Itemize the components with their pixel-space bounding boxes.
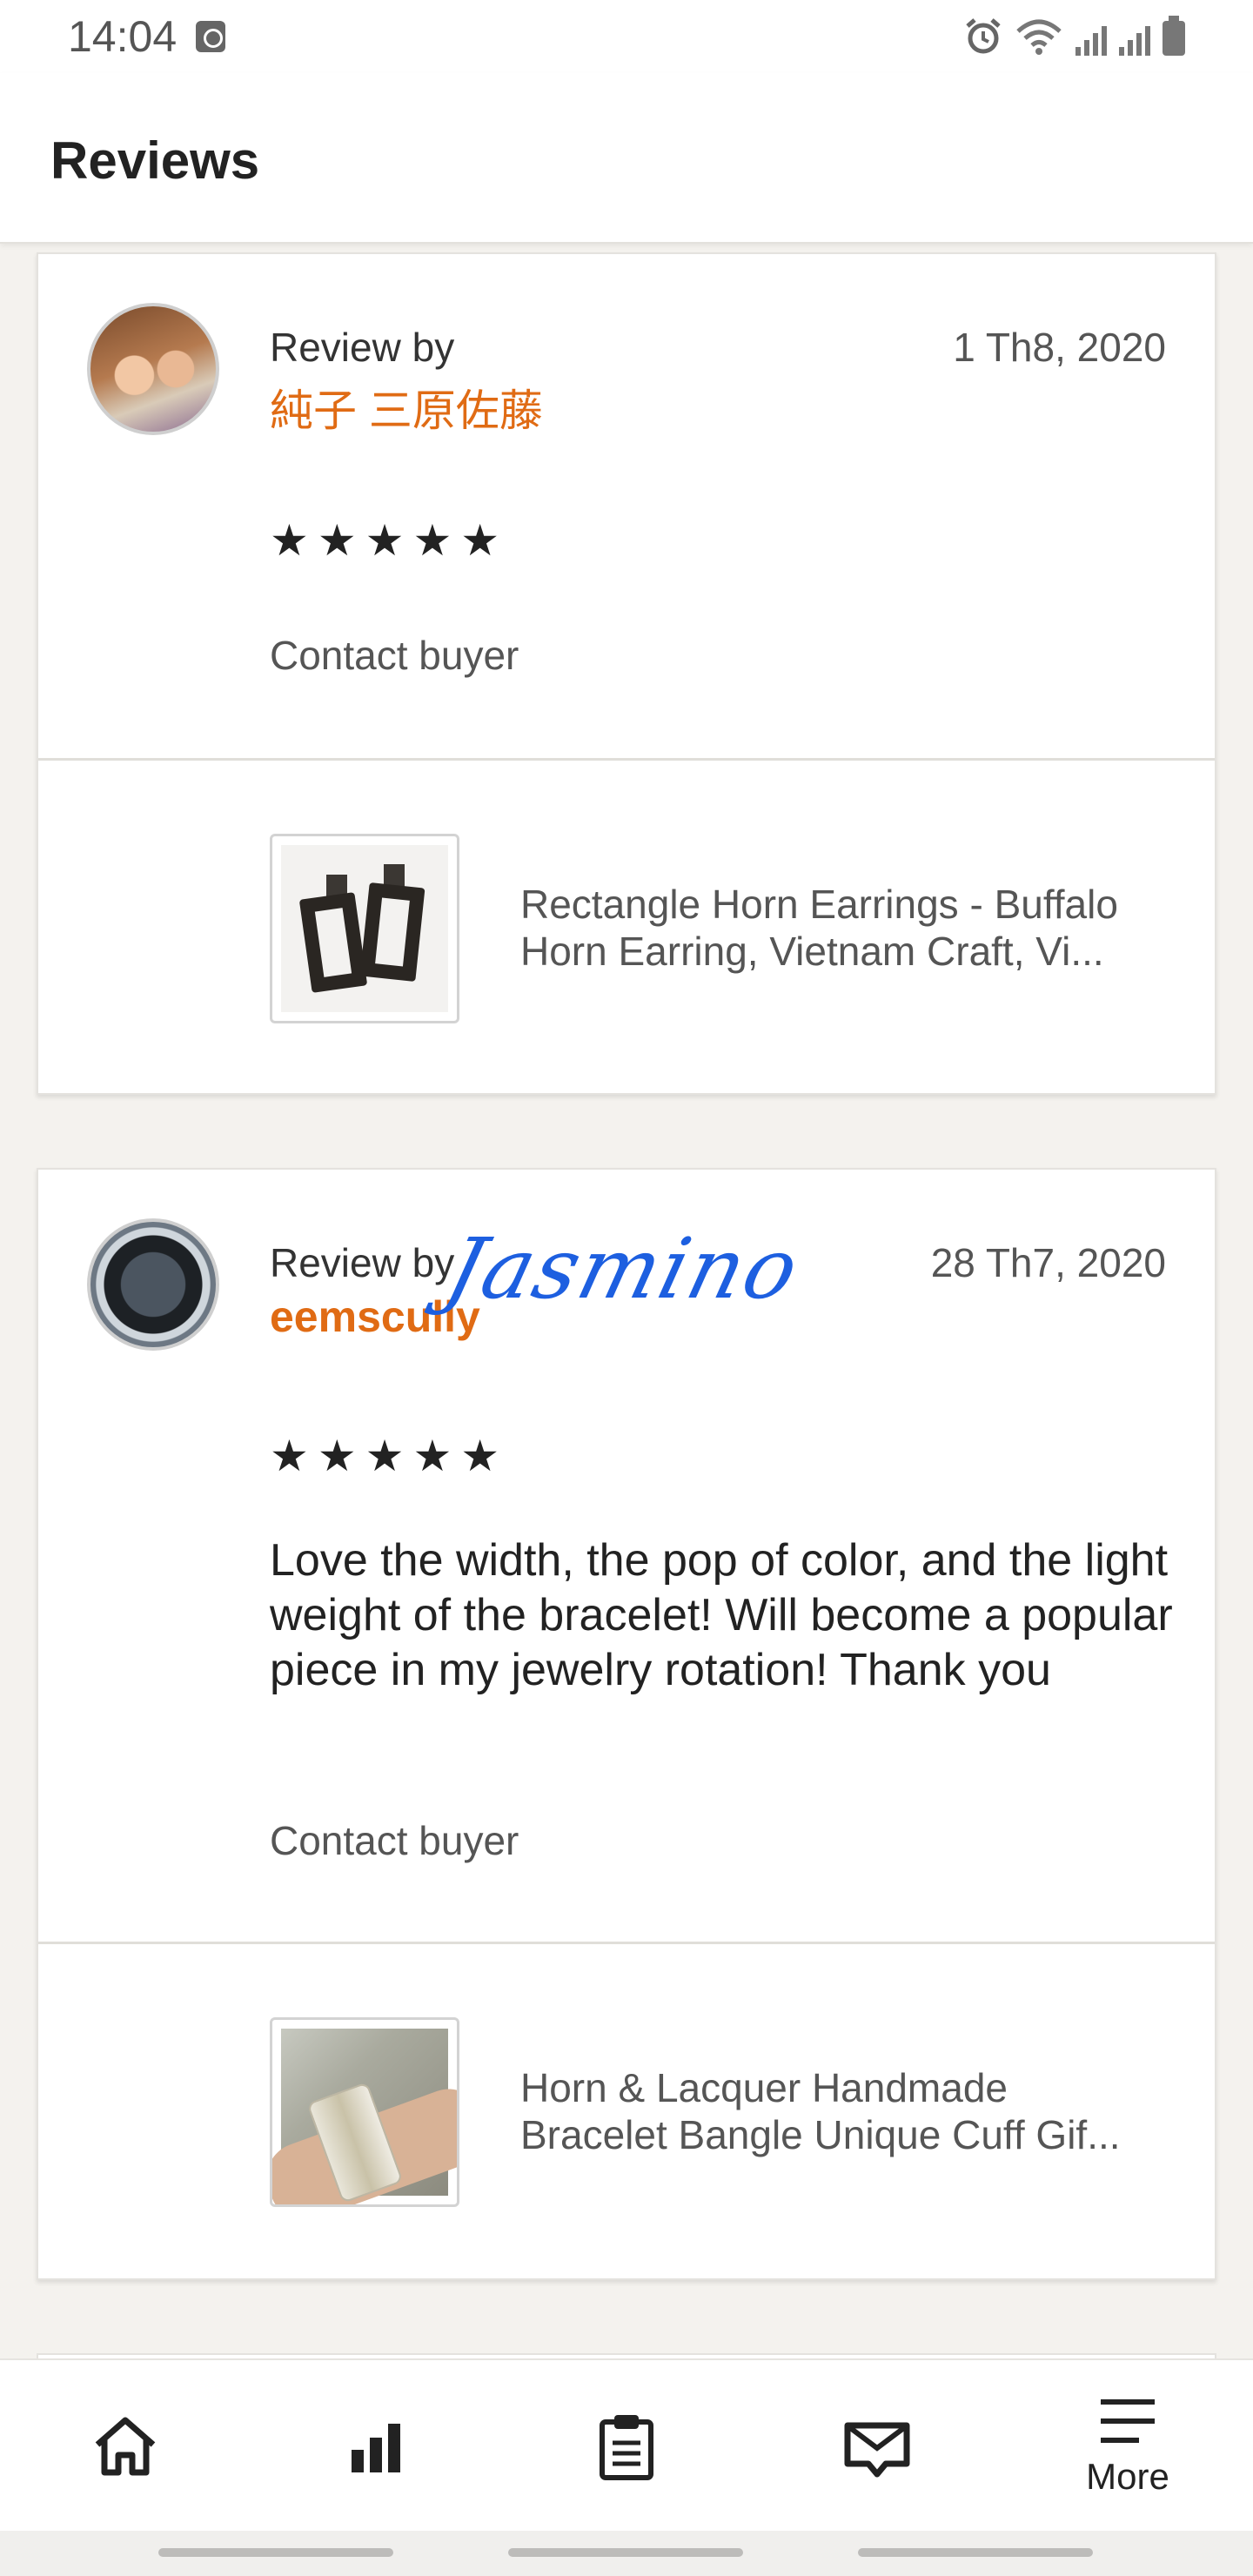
- avatar[interactable]: [87, 303, 219, 435]
- app-header: Reviews: [0, 73, 1253, 244]
- gesture-handle-2[interactable]: [508, 2548, 743, 2557]
- nav-stats[interactable]: [289, 2360, 463, 2532]
- review-body: Review by 純子 三原佐藤 1 Th8, 2020 ★★★★★ Cont…: [38, 254, 1215, 761]
- signal-icon-2: [1119, 26, 1150, 56]
- bracelet-image: [272, 2029, 457, 2204]
- review-date: 1 Th8, 2020: [953, 325, 1166, 370]
- battery-icon: [1163, 16, 1185, 56]
- bottom-nav: More: [0, 2358, 1253, 2531]
- gesture-handle-3[interactable]: [858, 2548, 1093, 2557]
- contact-buyer-link[interactable]: Contact buyer: [270, 632, 519, 679]
- reviewer-name[interactable]: eemscully: [270, 1291, 480, 1342]
- review-date: 28 Th7, 2020: [930, 1240, 1166, 1285]
- status-icons: [964, 16, 1185, 56]
- product-title-line-1: Horn & Lacquer Handmade: [520, 2065, 1008, 2110]
- review-product[interactable]: Rectangle Horn Earrings - Buffalo Horn E…: [38, 761, 1215, 1091]
- status-time: 14:04: [68, 12, 178, 61]
- review-by-label: Review by: [270, 325, 455, 370]
- wifi-icon: [1016, 19, 1062, 55]
- messages-icon: [844, 2422, 910, 2478]
- product-title[interactable]: Rectangle Horn Earrings - Buffalo Horn E…: [520, 881, 1208, 975]
- contact-buyer-link[interactable]: Contact buyer: [270, 1817, 519, 1864]
- product-thumbnail[interactable]: [270, 2017, 459, 2207]
- review-body: Review by eemscully 28 Th7, 2020 ★★★★★ L…: [38, 1170, 1215, 1944]
- product-thumbnail[interactable]: [270, 834, 459, 1023]
- review-text: Love the width, the pop of color, and th…: [270, 1535, 1173, 1695]
- star-rating: ★★★★★: [270, 1432, 509, 1480]
- review-product[interactable]: Horn & Lacquer Handmade Bracelet Bangle …: [38, 1944, 1215, 2278]
- signal-icon-1: [1075, 26, 1107, 56]
- alarm-icon: [966, 18, 1001, 54]
- nav-messages[interactable]: [790, 2360, 964, 2532]
- star-rating: ★★★★★: [270, 516, 509, 565]
- earrings-image: [281, 845, 448, 1012]
- status-time-group: 14:04: [68, 11, 226, 62]
- stats-icon: [352, 2424, 400, 2472]
- page-title: Reviews: [50, 131, 260, 190]
- review-card: Review by 純子 三原佐藤 1 Th8, 2020 ★★★★★ Cont…: [37, 252, 1216, 1095]
- gesture-bar: [0, 2531, 1253, 2576]
- nav-more[interactable]: More: [1041, 2360, 1215, 2532]
- product-title-line-2: Horn Earring, Vietnam Craft, Vi...: [520, 929, 1104, 974]
- gesture-handle-1[interactable]: [158, 2548, 393, 2557]
- review-by-label: Review by: [270, 1240, 455, 1285]
- avatar[interactable]: [87, 1218, 219, 1351]
- screen-record-icon: [196, 21, 226, 52]
- product-title-line-2: Bracelet Bangle Unique Cuff Gif...: [520, 2112, 1121, 2157]
- orders-icon: [600, 2415, 653, 2480]
- home-icon: [95, 2417, 156, 2476]
- nav-orders[interactable]: [539, 2360, 714, 2532]
- reviewer-name[interactable]: 純子 三原佐藤: [270, 376, 543, 439]
- product-title-line-1: Rectangle Horn Earrings - Buffalo: [520, 882, 1118, 927]
- product-title[interactable]: Horn & Lacquer Handmade Bracelet Bangle …: [520, 2064, 1208, 2158]
- nav-home[interactable]: [38, 2360, 212, 2532]
- nav-more-label: More: [1086, 2456, 1169, 2497]
- review-card: Review by eemscully 28 Th7, 2020 ★★★★★ L…: [37, 1168, 1216, 2280]
- status-bar: 14:04: [0, 0, 1253, 73]
- menu-icon: [1101, 2399, 1155, 2443]
